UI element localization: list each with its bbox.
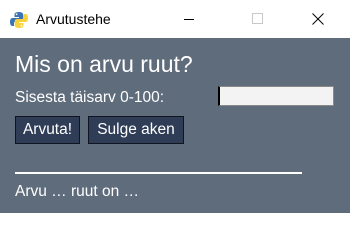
close-button[interactable] bbox=[295, 0, 341, 38]
maximize-icon bbox=[252, 10, 264, 29]
main-panel: Mis on arvu ruut? Sisesta täisarv 0-100:… bbox=[0, 38, 350, 213]
number-input[interactable] bbox=[218, 86, 334, 106]
close-icon bbox=[312, 10, 324, 29]
page-title: Mis on arvu ruut? bbox=[15, 51, 193, 77]
python-feather-icon bbox=[9, 10, 29, 30]
window-title: Arvutustehe bbox=[36, 11, 111, 27]
minimize-icon bbox=[183, 10, 195, 29]
minimize-button[interactable] bbox=[166, 0, 212, 38]
app-window: Arvutustehe Mis on arvu ruut? Sisesta tä… bbox=[0, 0, 350, 213]
maximize-button[interactable] bbox=[235, 0, 281, 38]
result-text: Arvu … ruut on … bbox=[15, 183, 140, 200]
close-window-button[interactable]: Sulge aken bbox=[88, 116, 184, 144]
number-prompt-label: Sisesta täisarv 0-100: bbox=[15, 89, 165, 106]
divider bbox=[15, 172, 302, 174]
calculate-button[interactable]: Arvuta! bbox=[15, 116, 80, 144]
title-bar[interactable]: Arvutustehe bbox=[0, 0, 350, 38]
